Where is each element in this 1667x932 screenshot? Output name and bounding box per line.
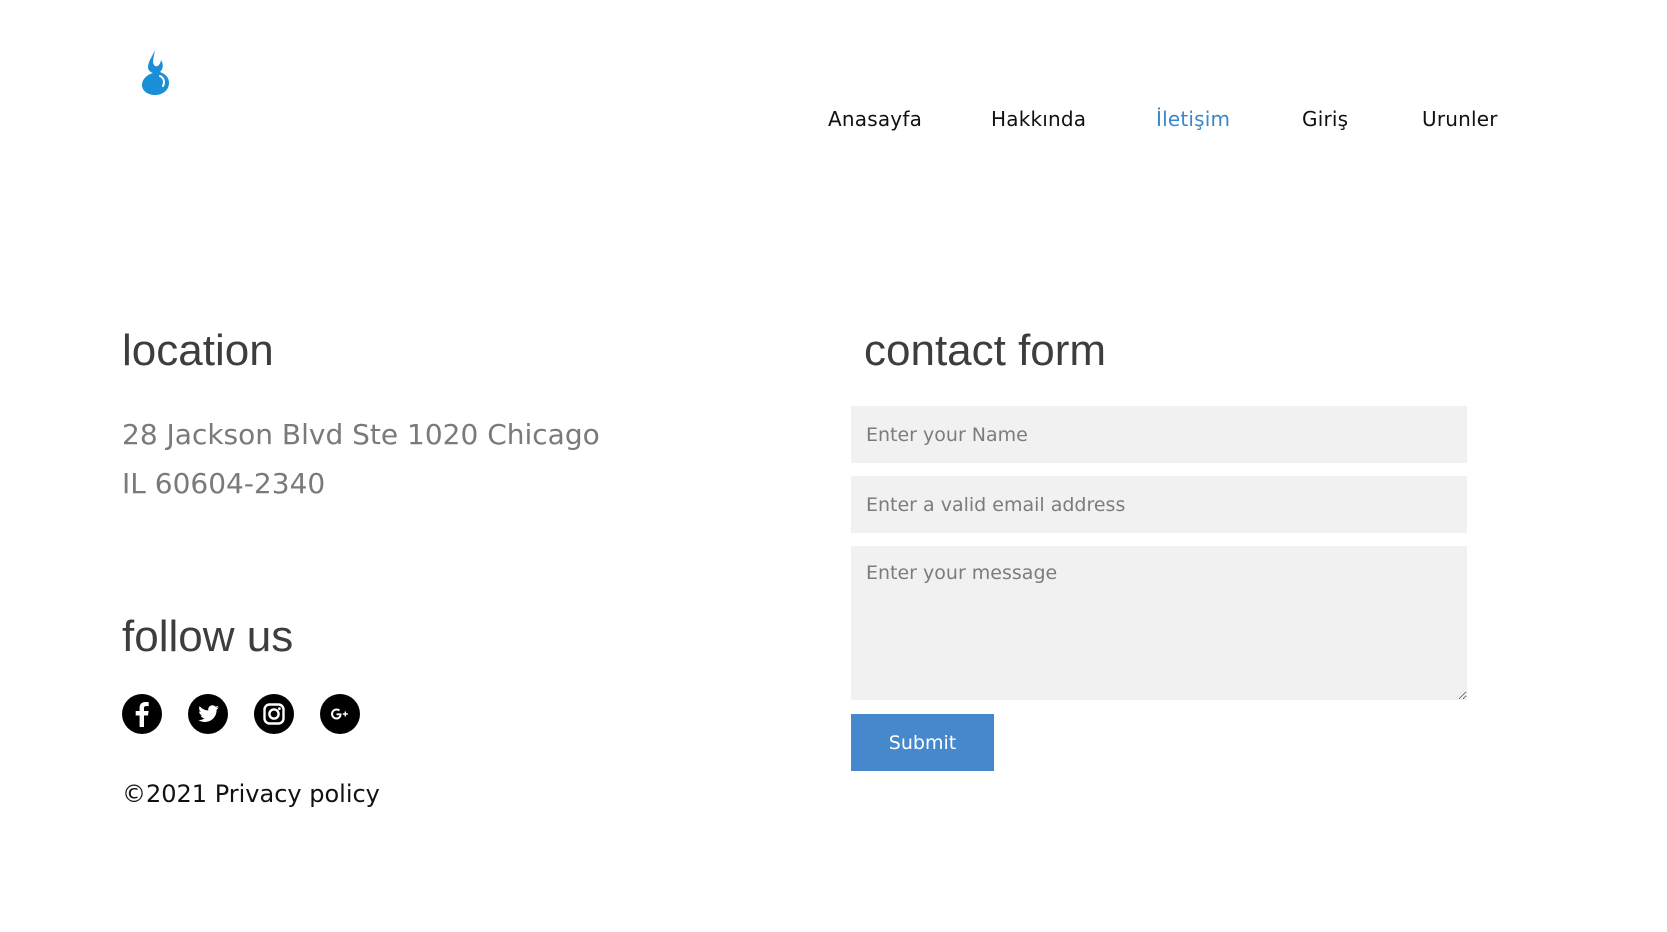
nav-item-urunler[interactable]: Urunler: [1422, 107, 1498, 131]
water-drop-icon[interactable]: [138, 48, 174, 96]
submit-button[interactable]: Submit: [851, 714, 994, 771]
twitter-icon[interactable]: [188, 694, 228, 734]
address-line-1: 28 Jackson Blvd Ste 1020 Chicago: [122, 418, 600, 451]
main-nav: Anasayfa Hakkında İletişim Giriş Urunler: [0, 107, 1667, 137]
follow-us-heading: follow us: [122, 612, 294, 661]
nav-item-giris[interactable]: Giriş: [1302, 107, 1348, 131]
nav-item-anasayfa[interactable]: Anasayfa: [828, 107, 922, 131]
address: 28 Jackson Blvd Ste 1020 Chicago IL 6060…: [122, 410, 600, 508]
name-input[interactable]: [851, 406, 1467, 463]
nav-item-iletisim[interactable]: İletişim: [1156, 107, 1230, 131]
location-heading: location: [122, 326, 274, 375]
contact-form-heading: contact form: [864, 326, 1107, 375]
copyright-privacy[interactable]: ©2021 Privacy policy: [122, 780, 380, 808]
instagram-icon[interactable]: [254, 694, 294, 734]
contact-page: Anasayfa Hakkında İletişim Giriş Urunler…: [0, 0, 1667, 932]
address-line-2: IL 60604-2340: [122, 467, 326, 500]
nav-item-hakkinda[interactable]: Hakkında: [991, 107, 1086, 131]
email-input[interactable]: [851, 476, 1467, 533]
facebook-icon[interactable]: [122, 694, 162, 734]
google-plus-icon[interactable]: [320, 694, 360, 734]
message-textarea[interactable]: [851, 546, 1467, 700]
